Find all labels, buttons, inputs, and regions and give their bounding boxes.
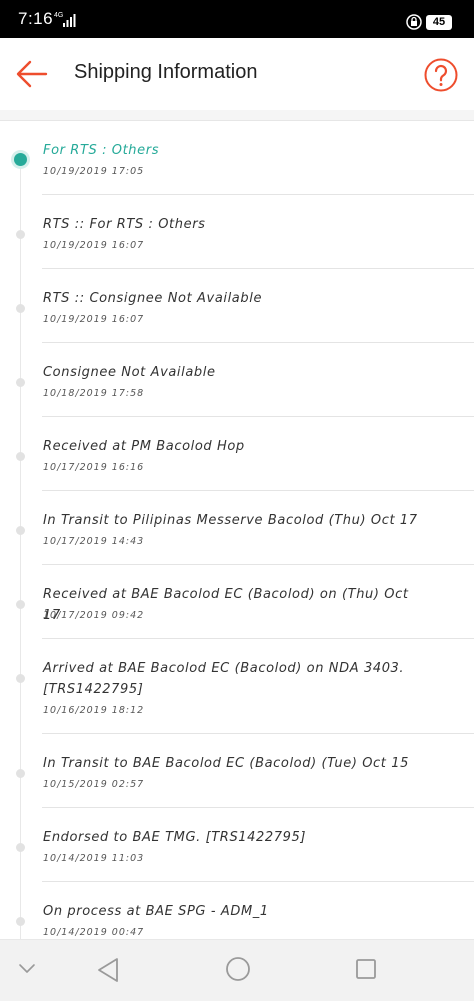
status-bar: 7:16 4G 45 <box>0 0 474 38</box>
network-type: 4G <box>54 12 63 19</box>
timeline-dot <box>16 769 25 778</box>
event-time: 10/19/2019 17:05 <box>43 166 145 177</box>
event-time: 10/17/2019 09:42 <box>43 610 145 621</box>
event-time: 10/14/2019 11:03 <box>43 853 145 864</box>
event-time: 10/16/2019 18:12 <box>43 705 145 716</box>
event-time: 10/19/2019 16:07 <box>43 240 145 251</box>
home-circle-icon[interactable] <box>225 956 251 982</box>
timeline-event-current: For RTS : Others 10/19/2019 17:05 <box>14 121 474 195</box>
page-title: Shipping Information <box>74 61 258 83</box>
timeline-event: Endorsed to BAE TMG. [TRS1422795] 10/14/… <box>16 808 474 882</box>
timeline-dot <box>16 230 25 239</box>
timeline-dot <box>16 674 25 683</box>
timeline-dot <box>16 304 25 313</box>
event-status: RTS :: For RTS : Others <box>43 217 206 232</box>
event-status: In Transit to BAE Bacolod EC (Bacolod) (… <box>43 756 409 771</box>
event-status: Consignee Not Available <box>43 365 216 380</box>
timeline-line <box>20 156 21 939</box>
timeline-dot-active <box>14 153 27 166</box>
event-time: 10/17/2019 16:16 <box>43 462 145 473</box>
timeline-dot <box>16 917 25 926</box>
event-time: 10/18/2019 17:58 <box>43 388 145 399</box>
timeline-dot <box>16 843 25 852</box>
event-status: On process at BAE SPG - ADM_1 <box>43 904 269 919</box>
event-status: In Transit to Pilipinas Messerve Bacolod… <box>43 513 418 528</box>
timeline-dot <box>16 526 25 535</box>
event-time: 10/19/2019 16:07 <box>43 314 145 325</box>
timeline-event: In Transit to BAE Bacolod EC (Bacolod) (… <box>16 734 474 808</box>
timeline-event: Arrived at BAE Bacolod EC (Bacolod) on N… <box>16 639 474 734</box>
system-nav-bar <box>0 939 474 1001</box>
timeline-dot <box>16 600 25 609</box>
timeline-event: RTS :: For RTS : Others 10/19/2019 16:07 <box>16 195 474 269</box>
timeline-dot <box>16 378 25 387</box>
timeline-event: RTS :: Consignee Not Available 10/19/201… <box>16 269 474 343</box>
event-status: Arrived at BAE Bacolod EC (Bacolod) on N… <box>43 661 405 697</box>
timeline-event: Received at BAE Bacolod EC (Bacolod) on … <box>16 565 474 639</box>
timeline-event: On process at BAE SPG - ADM_1 10/14/2019… <box>16 882 474 939</box>
header-divider <box>0 110 474 121</box>
status-time: 7:16 <box>18 9 54 28</box>
back-triangle-icon[interactable] <box>96 957 120 983</box>
app-header: Shipping Information <box>0 38 474 110</box>
back-arrow-icon[interactable] <box>16 58 48 90</box>
event-status: For RTS : Others <box>43 143 160 158</box>
signal-icon: 4G <box>54 12 76 27</box>
shipping-timeline: For RTS : Others 10/19/2019 17:05 RTS ::… <box>0 121 474 939</box>
event-time: 10/17/2019 14:43 <box>43 536 145 547</box>
timeline-event: Received at PM Bacolod Hop 10/17/2019 16… <box>16 417 474 491</box>
battery-indicator: 45 <box>426 15 452 30</box>
rotation-lock-icon <box>406 14 422 30</box>
help-icon[interactable] <box>424 58 458 92</box>
timeline-event: Consignee Not Available 10/18/2019 17:58 <box>16 343 474 417</box>
event-time: 10/15/2019 02:57 <box>43 779 145 790</box>
event-status: Received at PM Bacolod Hop <box>43 439 245 454</box>
event-time: 10/14/2019 00:47 <box>43 927 145 938</box>
event-status: Endorsed to BAE TMG. [TRS1422795] <box>43 830 307 845</box>
chevron-down-icon[interactable] <box>18 962 36 976</box>
event-status: RTS :: Consignee Not Available <box>43 291 263 306</box>
timeline-dot <box>16 452 25 461</box>
recents-square-icon[interactable] <box>355 958 377 980</box>
timeline-event: In Transit to Pilipinas Messerve Bacolod… <box>16 491 474 565</box>
